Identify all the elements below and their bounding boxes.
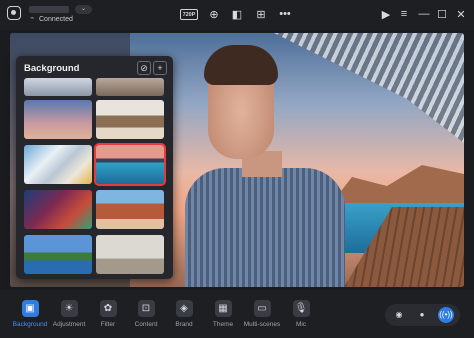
tool-multi-scenes[interactable]: ▭ Multi-scenes [240,300,284,334]
background-thumbnail[interactable] [24,100,92,139]
live-broadcast-icon[interactable]: ((•)) [438,307,454,323]
presenter-hair [204,45,278,85]
capture-controls: ◉ ● ((•)) [385,304,460,326]
tool-background[interactable]: ▣ Background [8,300,52,334]
resolution-button[interactable]: 720P [180,9,198,20]
tool-label: Adjustment [52,321,86,328]
tool-adjustment[interactable]: ☀ Adjustment [47,300,91,334]
minimize-icon[interactable]: — [418,6,430,22]
background-thumbnail[interactable] [96,100,164,139]
filter-icon: ✿ [99,300,117,317]
camera-snapshot-icon[interactable]: ◉ [391,307,407,323]
menu-icon[interactable]: ≡ [398,6,410,22]
tool-mic[interactable]: 🎙 Mic [279,300,323,334]
tool-label: Multi-scenes [243,321,281,328]
present-icon[interactable]: ▶ [380,6,392,22]
zoom-icon[interactable]: ⊕ [207,6,221,22]
account-name-redacted[interactable] [29,6,69,13]
tool-brand[interactable]: ◈ Brand [162,300,206,334]
tool-label: Theme [212,321,234,328]
close-icon[interactable]: ✕ [455,6,467,22]
background-thumbnail[interactable] [24,78,92,96]
mirror-icon[interactable]: ◧ [230,6,244,22]
sun-icon: ☀ [60,300,78,317]
brand-tag-icon: ◈ [175,300,193,317]
background-thumbnail[interactable] [24,235,92,274]
mic-icon: 🎙 [292,300,310,317]
theme-icon: ▦ [214,300,232,317]
connected-icon: ⌁ [30,15,35,22]
background-thumbnail[interactable] [96,78,164,96]
grid-icon[interactable]: ⊞ [254,6,268,22]
presenter-body [185,168,345,287]
background-thumbnail[interactable] [24,190,92,229]
connection-status: Connected [39,16,73,23]
tool-label: Mic [295,321,307,328]
background-panel: Background ⊘ + [16,56,173,279]
maximize-icon[interactable]: ☐ [436,6,448,22]
background-thumbnail[interactable] [24,145,92,184]
background-thumbnail-selected[interactable] [94,143,166,186]
remove-background-icon[interactable]: ⊘ [137,61,151,75]
tool-label: Background [12,321,48,328]
app-logo-icon[interactable] [7,6,21,20]
panel-title: Background [24,63,80,74]
add-background-button[interactable]: + [153,61,167,75]
scenes-icon: ▭ [253,300,271,317]
content-icon: ⊡ [137,300,155,317]
tool-theme[interactable]: ▦ Theme [201,300,245,334]
background-thumbnail[interactable] [96,190,164,229]
record-icon[interactable]: ● [414,307,430,323]
title-bar: ⌄ ⌁ Connected 720P ⊕ ◧ ⊞ ••• ▶ ≡ — ☐ ✕ [0,0,474,30]
more-icon[interactable]: ••• [278,6,292,22]
tool-label: Brand [175,321,193,328]
background-thumbnail[interactable] [96,235,164,274]
chevron-down-icon[interactable]: ⌄ [75,5,92,14]
image-icon: ▣ [21,300,39,317]
